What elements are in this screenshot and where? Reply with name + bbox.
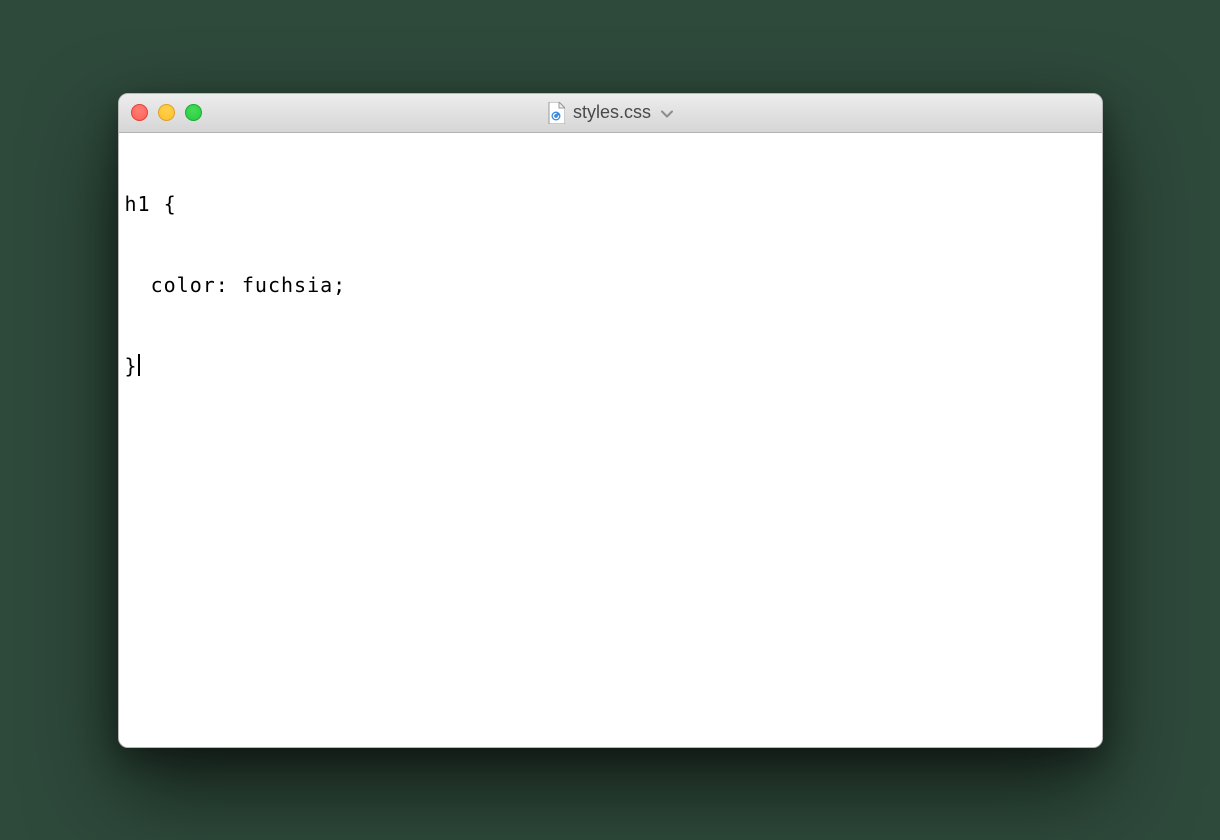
- zoom-button[interactable]: [185, 104, 202, 121]
- chevron-down-icon[interactable]: [661, 105, 673, 121]
- title-center[interactable]: styles.css: [547, 102, 673, 124]
- window-title: styles.css: [573, 102, 651, 123]
- minimize-button[interactable]: [158, 104, 175, 121]
- code-line: }: [125, 353, 138, 380]
- traffic-lights: [131, 104, 202, 121]
- text-cursor: [138, 354, 140, 376]
- code-line: h1 {: [125, 191, 1096, 218]
- editor-area[interactable]: h1 { color: fuchsia; }: [119, 133, 1102, 747]
- code-line: color: fuchsia;: [125, 272, 1096, 299]
- text-editor-window: styles.css h1 { color: fuchsia; }: [118, 93, 1103, 748]
- css-file-icon: [547, 102, 565, 124]
- titlebar[interactable]: styles.css: [119, 94, 1102, 133]
- close-button[interactable]: [131, 104, 148, 121]
